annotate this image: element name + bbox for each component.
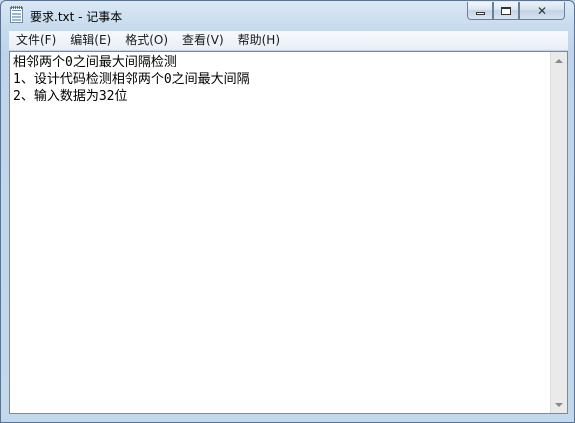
maximize-icon bbox=[501, 6, 511, 15]
menu-file[interactable]: 文件(F) bbox=[9, 31, 63, 50]
editor-area: 相邻两个0之间最大间隔检测 1、设计代码检测相邻两个0之间最大间隔 2、输入数据… bbox=[9, 51, 568, 414]
notepad-icon[interactable] bbox=[10, 6, 23, 23]
text-line-3: 2、输入数据为32位 bbox=[13, 89, 128, 104]
minimize-icon bbox=[475, 12, 485, 15]
menu-bar: 文件(F) 编辑(E) 格式(O) 查看(V) 帮助(H) bbox=[9, 31, 568, 50]
menu-help[interactable]: 帮助(H) bbox=[231, 31, 287, 50]
maximize-button[interactable] bbox=[493, 2, 519, 20]
minimize-button[interactable] bbox=[467, 2, 493, 20]
scroll-up-arrow-icon bbox=[555, 58, 563, 63]
menu-view[interactable]: 查看(V) bbox=[175, 31, 231, 50]
menu-format[interactable]: 格式(O) bbox=[118, 31, 175, 50]
window-title: 要求.txt - 记事本 bbox=[30, 10, 123, 24]
scroll-up-button[interactable] bbox=[551, 52, 567, 69]
scroll-down-button[interactable] bbox=[551, 396, 567, 413]
close-button[interactable]: ✕ bbox=[519, 2, 565, 20]
close-icon: ✕ bbox=[536, 3, 548, 18]
menu-edit[interactable]: 编辑(E) bbox=[63, 31, 118, 50]
vertical-scrollbar[interactable] bbox=[550, 52, 567, 413]
title-bar[interactable]: 要求.txt - 记事本 ✕ bbox=[1, 1, 574, 29]
text-line-1: 相邻两个0之间最大间隔检测 bbox=[13, 55, 177, 70]
text-editor[interactable]: 相邻两个0之间最大间隔检测 1、设计代码检测相邻两个0之间最大间隔 2、输入数据… bbox=[10, 52, 550, 413]
notepad-window: 要求.txt - 记事本 ✕ 文件(F) 编辑(E) 格式(O) 查看(V) 帮… bbox=[0, 0, 575, 423]
text-line-2: 1、设计代码检测相邻两个0之间最大间隔 bbox=[13, 72, 250, 87]
scroll-down-arrow-icon bbox=[555, 402, 563, 407]
